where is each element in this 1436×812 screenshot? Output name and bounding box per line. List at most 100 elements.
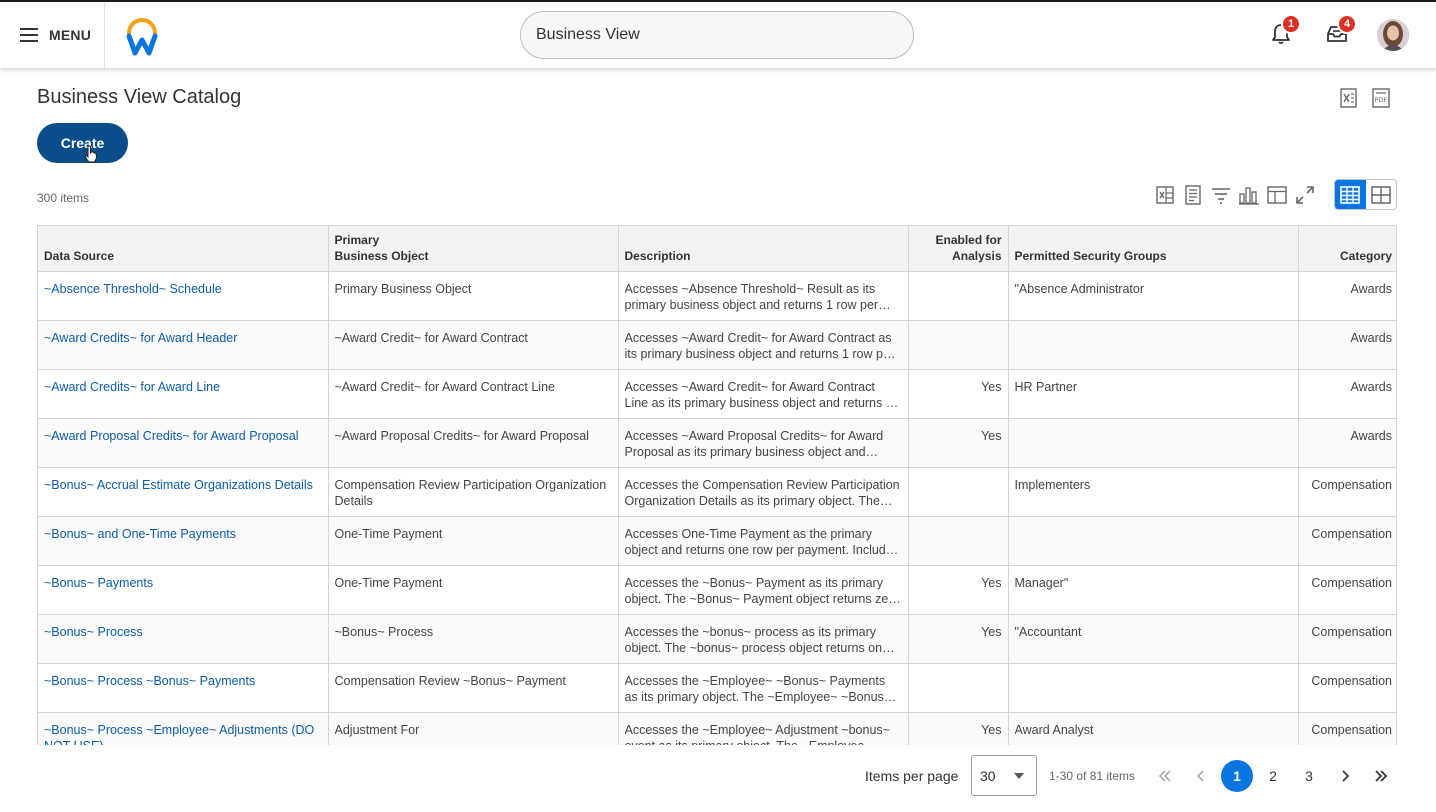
primary-business-object-cell: ~Award Credit~ for Award Contract [328, 320, 619, 370]
data-source-link[interactable]: ~Bonus~ Payments [38, 565, 329, 615]
export-excel-icon[interactable] [1338, 87, 1360, 109]
view-toggle [1334, 179, 1397, 210]
items-per-page-select[interactable]: 30 [971, 755, 1037, 796]
notifications-button[interactable]: 1 [1269, 14, 1301, 48]
table-header-row: Data Source Primary Business Object Descr… [38, 226, 1396, 272]
table-row: ~Bonus~ Payments One-Time Payment Access… [38, 565, 1396, 615]
pagination-range: 1-30 of 81 items [1049, 769, 1136, 783]
primary-business-object-cell: Compensation Review Participation Organi… [328, 467, 619, 517]
security-groups-cell: "Accountant [1008, 614, 1299, 664]
item-count: 300 items [37, 191, 90, 205]
tile-view-button[interactable] [1366, 180, 1397, 209]
menu-button[interactable]: MENU [0, 2, 105, 68]
export-table-excel-icon[interactable] [1154, 184, 1176, 206]
page-3-button[interactable]: 3 [1294, 761, 1324, 791]
data-source-link[interactable]: ~Bonus~ Accrual Estimate Organizations D… [38, 467, 329, 517]
category-cell: Compensation [1298, 712, 1396, 745]
category-cell: Awards [1298, 418, 1396, 468]
category-cell: Compensation [1298, 565, 1396, 615]
description-cell: Accesses One-Time Payment as the primary… [618, 516, 909, 566]
enabled-cell [908, 663, 1009, 713]
page-2-button[interactable]: 2 [1258, 761, 1288, 791]
description-cell: Accesses the Compensation Review Partici… [618, 467, 909, 517]
enabled-cell: Yes [908, 614, 1009, 664]
security-groups-cell [1008, 418, 1299, 468]
enabled-cell [908, 516, 1009, 566]
description-cell: Accesses ~Award Credit~ for Award Contra… [618, 320, 909, 370]
header-primary-business-object[interactable]: Primary Business Object [328, 226, 619, 272]
data-source-link[interactable]: ~Bonus~ Process [38, 614, 329, 664]
description-cell: Accesses the ~Bonus~ Payment as its prim… [618, 565, 909, 615]
first-page-button[interactable] [1150, 761, 1180, 791]
primary-business-object-cell: Primary Business Object [328, 271, 619, 321]
chevron-right-icon [1342, 770, 1350, 782]
export-pdf-icon[interactable]: PDF [1370, 87, 1392, 109]
header-enabled-for-analysis[interactable]: Enabled for Analysis [908, 226, 1009, 272]
profile-photo-icon [1377, 19, 1409, 51]
category-cell: Compensation [1298, 516, 1396, 566]
column-layout-icon[interactable] [1266, 184, 1288, 206]
svg-text:PDF: PDF [1375, 96, 1388, 104]
category-cell: Compensation [1298, 467, 1396, 517]
header-description[interactable]: Description [618, 226, 909, 272]
fullscreen-icon[interactable] [1294, 184, 1316, 206]
security-groups-cell [1008, 663, 1299, 713]
description-cell: Accesses the ~Employee~ Adjustment ~bonu… [618, 712, 909, 745]
data-source-link[interactable]: ~Bonus~ Process ~Employee~ Adjustments (… [38, 712, 329, 745]
filter-icon[interactable] [1210, 184, 1232, 206]
enabled-cell [908, 320, 1009, 370]
create-button[interactable]: Create [37, 123, 128, 163]
data-source-link[interactable]: ~Bonus~ Process ~Bonus~ Payments [38, 663, 329, 713]
menu-label: MENU [49, 27, 92, 43]
previous-page-button[interactable] [1186, 761, 1216, 791]
last-page-button[interactable] [1366, 761, 1396, 791]
workday-logo[interactable] [124, 16, 160, 56]
items-per-page-value: 30 [980, 767, 996, 784]
business-view-table: Data Source Primary Business Object Descr… [37, 225, 1397, 745]
header-permitted-security-groups[interactable]: Permitted Security Groups [1008, 226, 1299, 272]
header-category[interactable]: Category [1298, 226, 1396, 272]
table-row: ~Award Proposal Credits~ for Award Propo… [38, 418, 1396, 468]
double-chevron-right-icon [1375, 770, 1388, 782]
avatar[interactable] [1377, 19, 1409, 51]
table-row: ~Bonus~ Process ~Employee~ Adjustments (… [38, 712, 1396, 745]
caret-down-icon [1014, 772, 1024, 779]
data-source-link[interactable]: ~Award Credits~ for Award Line [38, 369, 329, 419]
data-grid: Data Source Primary Business Object Descr… [38, 226, 1396, 745]
inbox-button[interactable]: 4 [1325, 14, 1357, 48]
search-input[interactable] [536, 26, 913, 44]
global-header: MENU 1 4 [0, 0, 1436, 68]
enabled-cell: Yes [908, 712, 1009, 745]
description-cell: Accesses the ~bonus~ process as its prim… [618, 614, 909, 664]
data-source-link[interactable]: ~Bonus~ and One-Time Payments [38, 516, 329, 566]
primary-business-object-cell: ~Award Proposal Credits~ for Award Propo… [328, 418, 619, 468]
document-view-icon[interactable] [1182, 184, 1204, 206]
primary-business-object-cell: Compensation Review ~Bonus~ Payment [328, 663, 619, 713]
next-page-button[interactable] [1330, 761, 1360, 791]
chart-icon[interactable] [1238, 184, 1260, 206]
table-grid-icon [1340, 185, 1361, 204]
security-groups-cell [1008, 516, 1299, 566]
security-groups-cell: Award Analyst [1008, 712, 1299, 745]
search-bar[interactable] [520, 11, 914, 59]
hamburger-icon [20, 28, 38, 42]
inbox-badge: 4 [1337, 14, 1357, 34]
header-data-source[interactable]: Data Source [38, 226, 329, 272]
security-groups-cell: "Absence Administrator [1008, 271, 1299, 321]
description-cell: Accesses ~Award Proposal Credits~ for Aw… [618, 418, 909, 468]
security-groups-cell [1008, 320, 1299, 370]
page-1-button[interactable]: 1 [1221, 760, 1253, 792]
table-row: ~Bonus~ and One-Time Payments One-Time P… [38, 516, 1396, 566]
data-source-link[interactable]: ~Award Proposal Credits~ for Award Propo… [38, 418, 329, 468]
data-source-link[interactable]: ~Absence Threshold~ Schedule [38, 271, 329, 321]
primary-business-object-cell: One-Time Payment [328, 565, 619, 615]
data-source-link[interactable]: ~Award Credits~ for Award Header [38, 320, 329, 370]
table-row: ~Award Credits~ for Award Header ~Award … [38, 320, 1396, 370]
description-cell: Accesses ~Absence Threshold~ Result as i… [618, 271, 909, 321]
table-row: ~Absence Threshold~ Schedule Primary Bus… [38, 271, 1396, 321]
enabled-cell: Yes [908, 418, 1009, 468]
table-view-button[interactable] [1335, 180, 1366, 209]
double-chevron-left-icon [1158, 770, 1171, 782]
enabled-cell [908, 467, 1009, 517]
enabled-cell: Yes [908, 369, 1009, 419]
